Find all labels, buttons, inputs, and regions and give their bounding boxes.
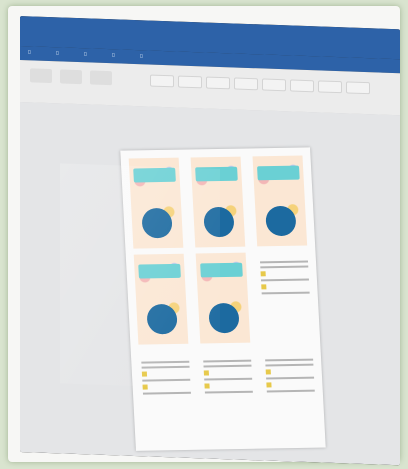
font-group[interactable] bbox=[60, 69, 82, 85]
label-card[interactable] bbox=[133, 253, 189, 345]
style-nospacing-button[interactable] bbox=[178, 75, 202, 89]
label-card[interactable] bbox=[128, 157, 184, 249]
card-circle bbox=[208, 302, 240, 334]
tab-2[interactable]: ▯ bbox=[56, 50, 59, 56]
style-normal-button[interactable] bbox=[150, 74, 174, 88]
card-banner bbox=[200, 262, 243, 278]
card-banner bbox=[257, 165, 300, 181]
info-block bbox=[265, 356, 316, 413]
document-canvas[interactable] bbox=[20, 102, 400, 466]
style-heading2-button[interactable] bbox=[234, 77, 258, 91]
clipboard-group[interactable] bbox=[30, 68, 52, 84]
label-card[interactable] bbox=[190, 156, 246, 248]
label-card[interactable] bbox=[195, 252, 251, 344]
style-strong-button[interactable] bbox=[346, 81, 370, 95]
tab-4[interactable]: ▯ bbox=[112, 52, 115, 58]
document-page[interactable] bbox=[120, 147, 326, 451]
info-block bbox=[260, 258, 311, 315]
card-circle bbox=[146, 303, 178, 335]
style-subtitle-button[interactable] bbox=[290, 79, 314, 93]
card-banner bbox=[138, 263, 181, 279]
tab-5[interactable]: ▯ bbox=[140, 53, 143, 59]
style-heading1-button[interactable] bbox=[206, 76, 230, 90]
label-card[interactable] bbox=[252, 155, 308, 247]
card-circle bbox=[203, 206, 235, 238]
paragraph-group[interactable] bbox=[90, 70, 112, 86]
tab-3[interactable]: ▯ bbox=[84, 51, 87, 57]
style-title-button[interactable] bbox=[262, 78, 286, 92]
card-banner bbox=[133, 167, 176, 183]
tab-1[interactable]: ▯ bbox=[28, 49, 31, 55]
info-block bbox=[203, 357, 254, 414]
card-banner bbox=[195, 166, 238, 182]
monitor-screen: ▯ ▯ ▯ ▯ ▯ bbox=[20, 16, 400, 466]
info-block bbox=[141, 358, 192, 415]
card-circle bbox=[141, 207, 173, 239]
style-emphasis-button[interactable] bbox=[318, 80, 342, 94]
card-circle bbox=[265, 205, 297, 237]
